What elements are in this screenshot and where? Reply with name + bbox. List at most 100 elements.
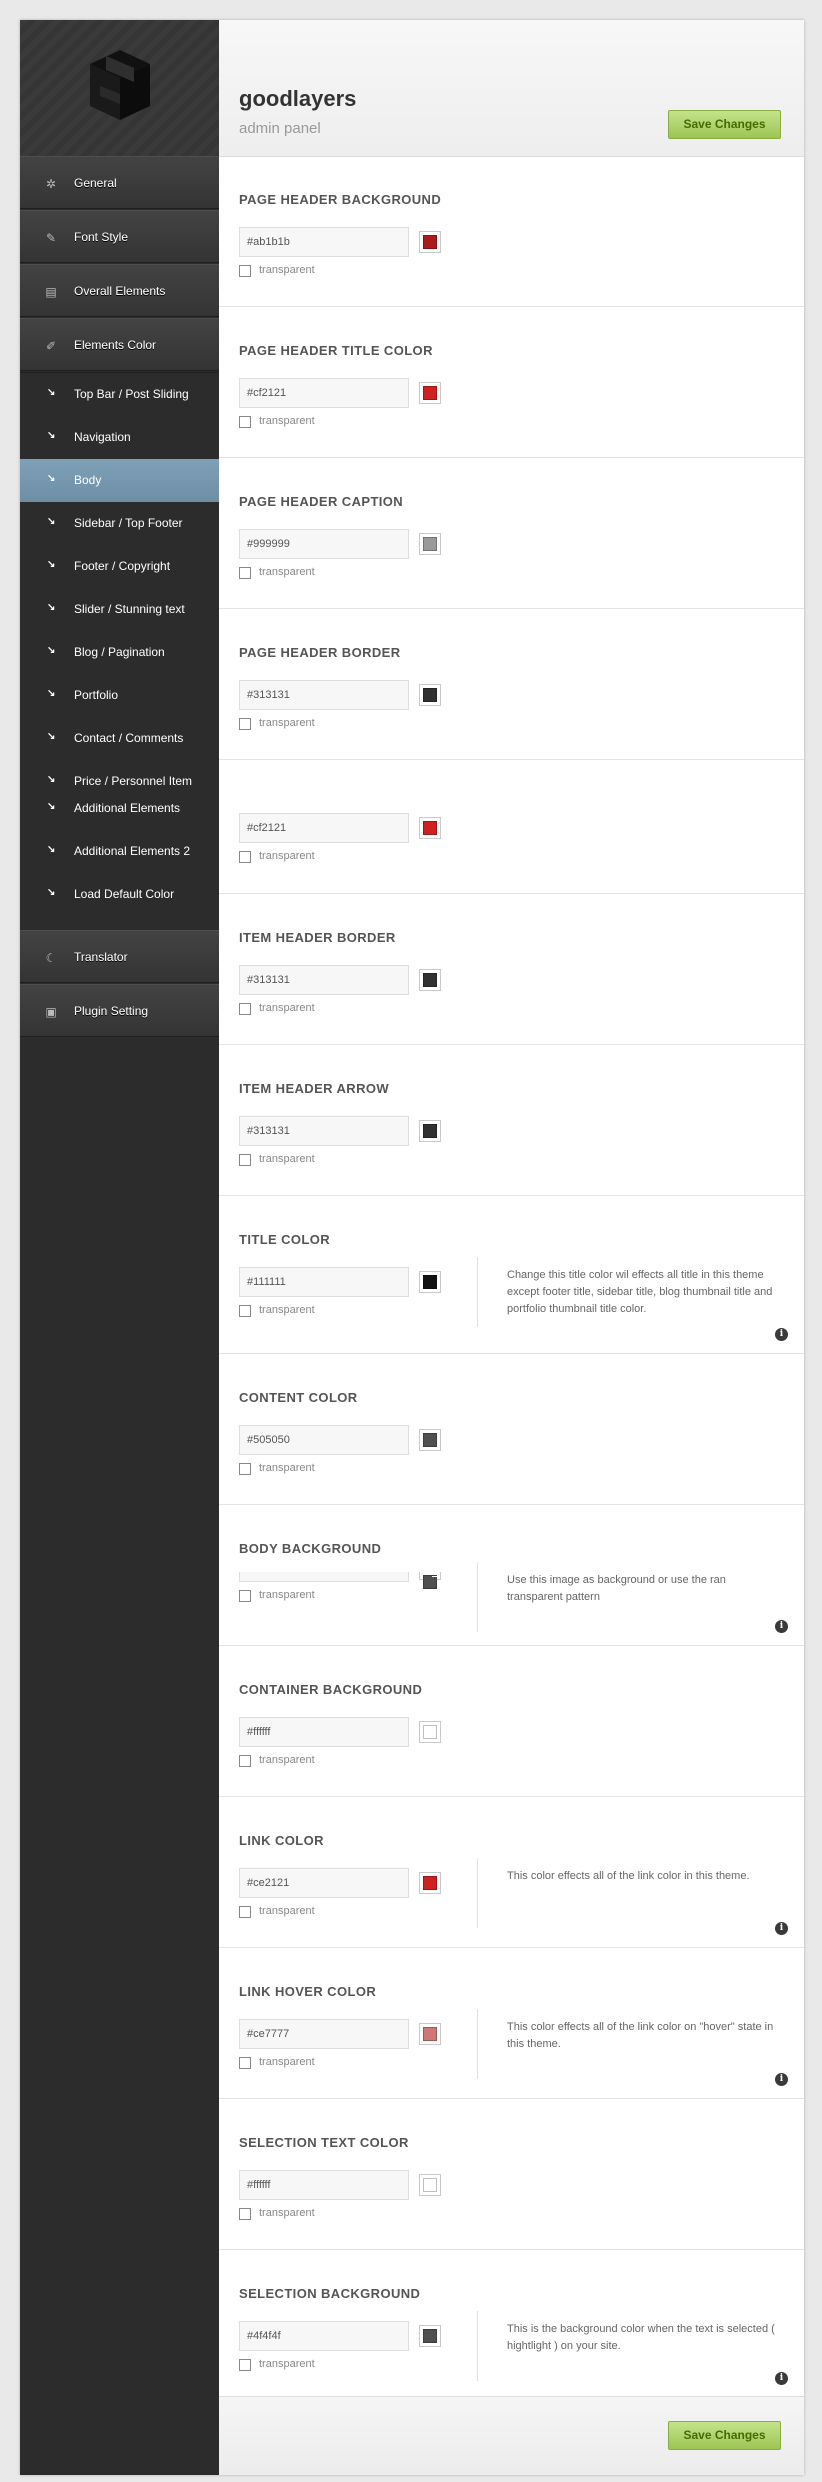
color-hex-input[interactable]: #ffffff: [239, 2170, 409, 2200]
submenu-item-sidebar-top-footer[interactable]: ↘ Sidebar / Top Footer: [20, 502, 219, 545]
info-icon[interactable]: i: [775, 1328, 788, 1341]
plugin-icon: ▣: [45, 1005, 57, 1019]
color-hex-input[interactable]: #ab1b1b: [239, 227, 409, 257]
color-picker-swatch[interactable]: [419, 533, 441, 555]
sidebar-item-plugin-setting[interactable]: ▣ Plugin Setting: [20, 984, 219, 1037]
color-picker-swatch[interactable]: [419, 2023, 441, 2045]
color-hex-input[interactable]: #cf2121: [239, 378, 409, 408]
brush-icon: ✐: [45, 339, 57, 353]
setting-title: SELECTION TEXT COLOR: [239, 2135, 409, 2150]
color-hex-input[interactable]: [239, 1572, 409, 1582]
transparent-label: transparent: [259, 850, 315, 862]
pencil-icon: ✎: [45, 231, 57, 245]
color-picker-swatch[interactable]: [419, 1872, 441, 1894]
sidebar-item-overall-elements[interactable]: ▤ Overall Elements: [20, 264, 219, 317]
color-picker-swatch[interactable]: [419, 969, 441, 991]
transparent-checkbox[interactable]: [239, 567, 251, 579]
color-hex-input[interactable]: #ce2121: [239, 1868, 409, 1898]
color-picker-swatch[interactable]: [419, 231, 441, 253]
arrow-down-right-icon: ↘: [47, 559, 56, 570]
color-picker-swatch[interactable]: [419, 1571, 441, 1589]
color-hex-input[interactable]: #313131: [239, 965, 409, 995]
submenu-item-navigation[interactable]: ↘ Navigation: [20, 416, 219, 459]
transparent-label: transparent: [259, 2207, 315, 2219]
submenu-item-label: Portfolio: [74, 688, 119, 702]
transparent-label: transparent: [259, 264, 315, 276]
sidebar-item-elements-color[interactable]: ✐ Elements Color: [20, 318, 219, 371]
setting-page-header-title-color: PAGE HEADER TITLE COLOR #cf2121 transparen…: [219, 308, 804, 458]
submenu-item-contact-comments[interactable]: ↘ Contact / Comments: [20, 717, 219, 760]
sidebar-item-font-style[interactable]: ✎ Font Style: [20, 210, 219, 263]
transparent-checkbox[interactable]: [239, 1463, 251, 1475]
color-picker-swatch[interactable]: [419, 2174, 441, 2196]
transparent-label: transparent: [259, 1589, 315, 1601]
info-icon[interactable]: i: [775, 2372, 788, 2385]
setting-page-header-background: PAGE HEADER BACKGROUND #ab1b1b transparent: [219, 157, 804, 307]
color-hex-input[interactable]: #111111: [239, 1267, 409, 1297]
submenu-item-label: Contact / Comments: [74, 731, 184, 745]
transparent-checkbox[interactable]: [239, 2359, 251, 2371]
color-picker-swatch[interactable]: [419, 382, 441, 404]
submenu-item-blog-pagination[interactable]: ↘ Blog / Pagination: [20, 631, 219, 674]
arrow-down-right-icon: ↘: [47, 430, 56, 441]
transparent-checkbox[interactable]: [239, 1003, 251, 1015]
color-hex-input[interactable]: #313131: [239, 1116, 409, 1146]
color-hex-input[interactable]: #4f4f4f: [239, 2321, 409, 2351]
color-picker-swatch[interactable]: [419, 2325, 441, 2347]
arrow-down-right-icon: ↘: [47, 516, 56, 527]
transparent-checkbox[interactable]: [239, 718, 251, 730]
color-picker-swatch[interactable]: [419, 684, 441, 706]
transparent-checkbox[interactable]: [239, 1305, 251, 1317]
color-hex-input[interactable]: #999999: [239, 529, 409, 559]
description-divider: [477, 2009, 478, 2079]
transparent-checkbox[interactable]: [239, 1755, 251, 1767]
arrow-down-right-icon: ↘: [47, 774, 56, 785]
submenu-item-additional-elements[interactable]: ↘ Additional Elements: [20, 787, 219, 830]
arrow-down-right-icon: ↘: [47, 731, 56, 742]
sidebar-item-translator[interactable]: ☾ Translator: [20, 930, 219, 983]
color-hex-input[interactable]: #ce7777: [239, 2019, 409, 2049]
info-icon[interactable]: i: [775, 2073, 788, 2086]
color-hex-input[interactable]: #cf2121: [239, 813, 409, 843]
transparent-checkbox[interactable]: [239, 2057, 251, 2069]
transparent-checkbox[interactable]: [239, 1590, 251, 1602]
color-picker-swatch[interactable]: [419, 1271, 441, 1293]
submenu-item-label: Body: [74, 473, 102, 487]
save-changes-button-top[interactable]: Save Changes: [668, 110, 781, 139]
sidebar-item-label: Plugin Setting: [74, 1004, 149, 1018]
transparent-label: transparent: [259, 1002, 315, 1014]
submenu-item-label: Slider / Stunning text: [74, 602, 185, 616]
transparent-checkbox[interactable]: [239, 416, 251, 428]
gear-icon: ✲: [45, 177, 57, 191]
color-hex-input[interactable]: #313131: [239, 680, 409, 710]
elements-color-submenu: ↘ Top Bar / Post Sliding ↘ Navigation ↘ Body ↘…: [20, 372, 219, 931]
save-changes-button-bottom[interactable]: Save Changes: [668, 2421, 781, 2450]
transparent-checkbox[interactable]: [239, 1154, 251, 1166]
color-picker-swatch[interactable]: [419, 1721, 441, 1743]
sidebar-item-label: Font Style: [74, 230, 129, 244]
brand-subtitle: admin panel: [239, 120, 321, 137]
transparent-checkbox[interactable]: [239, 2208, 251, 2220]
submenu-item-top-bar-post-sliding[interactable]: ↘ Top Bar / Post Sliding: [20, 373, 219, 416]
submenu-item-body[interactable]: ↘ Body: [20, 459, 219, 502]
submenu-item-portfolio[interactable]: ↘ Portfolio: [20, 674, 219, 717]
color-picker-swatch[interactable]: [419, 1120, 441, 1142]
info-icon[interactable]: i: [775, 1620, 788, 1633]
color-picker-swatch[interactable]: [419, 817, 441, 839]
transparent-checkbox[interactable]: [239, 1906, 251, 1918]
submenu-item-footer-copyright[interactable]: ↘ Footer / Copyright: [20, 545, 219, 588]
setting-description: This color effects all of the link color…: [507, 2021, 774, 2050]
color-picker-swatch[interactable]: [419, 1429, 441, 1451]
description-divider: [477, 1858, 478, 1928]
transparent-checkbox[interactable]: [239, 851, 251, 863]
arrow-down-right-icon: ↘: [47, 387, 56, 398]
submenu-item-load-default-color[interactable]: ↘ Load Default Color: [20, 873, 219, 916]
submenu-item-additional-elements-2[interactable]: ↘ Additional Elements 2: [20, 830, 219, 873]
sidebar-item-general[interactable]: ✲ General: [20, 156, 219, 209]
color-hex-input[interactable]: #505050: [239, 1425, 409, 1455]
transparent-checkbox[interactable]: [239, 265, 251, 277]
submenu-item-slider-stunning-text[interactable]: ↘ Slider / Stunning text: [20, 588, 219, 631]
info-icon[interactable]: i: [775, 1922, 788, 1935]
arrow-down-right-icon: ↘: [47, 801, 56, 812]
color-hex-input[interactable]: #ffffff: [239, 1717, 409, 1747]
